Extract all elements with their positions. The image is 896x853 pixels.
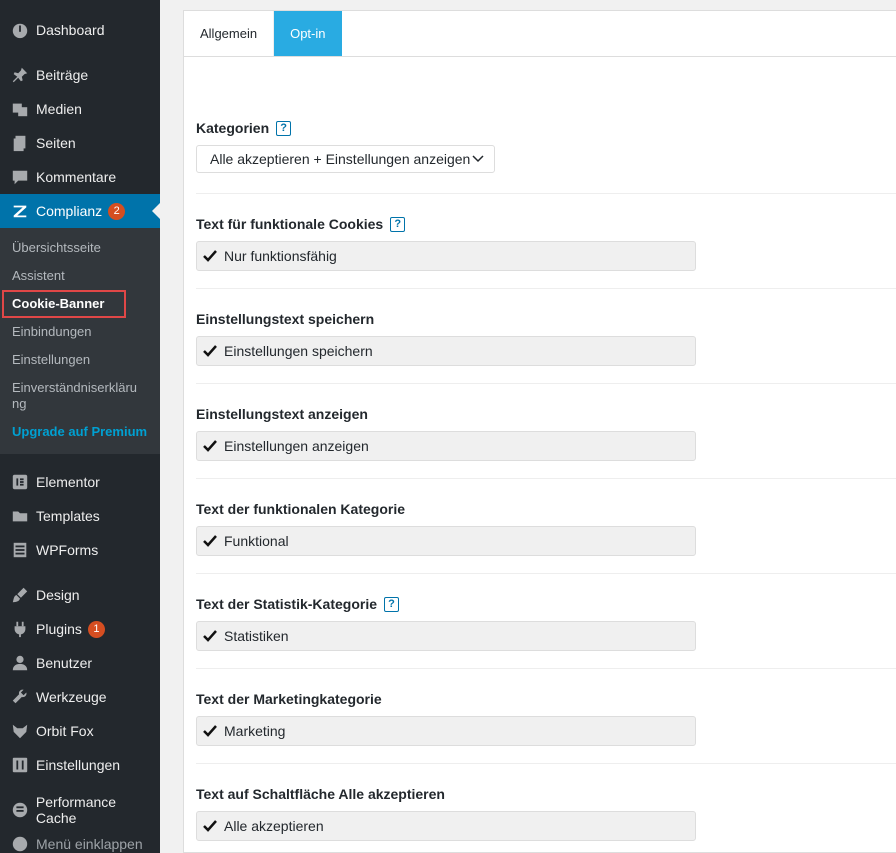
comment-icon (10, 167, 30, 187)
submenu-assistent[interactable]: Assistent (0, 262, 160, 290)
field-label: Einstellungstext anzeigen (196, 406, 368, 422)
submenu-cookie-banner[interactable]: Cookie-Banner (0, 290, 160, 318)
fox-icon (10, 721, 30, 741)
field-label: Einstellungstext speichern (196, 311, 375, 327)
collapse-icon (10, 834, 30, 853)
menu-seiten[interactable]: Seiten (0, 126, 160, 160)
check-icon (202, 342, 220, 360)
menu-beitraege[interactable]: Beiträge (0, 58, 160, 92)
menu-orbitfox[interactable]: Orbit Fox (0, 714, 160, 748)
menu-dashboard[interactable]: Dashboard (0, 13, 160, 47)
menu-collapse[interactable]: Menü einklappen (0, 827, 160, 853)
settings-form: Kategorien ? Alle akzeptieren + Einstell… (184, 57, 896, 853)
media-icon (10, 99, 30, 119)
check-icon (202, 722, 220, 740)
pages-icon (10, 133, 30, 153)
check-icon (202, 437, 220, 455)
field-label: Text für funktionale Cookies ? (196, 214, 896, 234)
tab-allgemein[interactable]: Allgemein (184, 11, 275, 56)
field-funktionale-kategorie: Text der funktionalen Kategorie Funktion… (196, 479, 896, 574)
menu-benutzer[interactable]: Benutzer (0, 646, 160, 680)
kategorien-select[interactable]: Alle akzeptieren + Einstellungen anzeige… (196, 145, 495, 173)
field-label: Text der funktionalen Kategorie (196, 501, 405, 517)
marketing-input[interactable]: Marketing (196, 716, 696, 746)
folder-icon (10, 506, 30, 526)
forms-icon (10, 540, 30, 560)
submenu-einstellungen[interactable]: Einstellungen (0, 346, 160, 374)
check-icon (202, 532, 220, 550)
field-kategorien: Kategorien ? Alle akzeptieren + Einstell… (196, 57, 896, 194)
field-funktional-cookies: Text für funktionale Cookies ? Nur funkt… (196, 194, 896, 289)
elementor-icon (10, 472, 30, 492)
check-icon (202, 627, 220, 645)
user-icon (10, 653, 30, 673)
help-icon[interactable]: ? (384, 596, 400, 612)
pin-icon (10, 65, 30, 85)
menu-werkzeuge[interactable]: Werkzeuge (0, 680, 160, 714)
menu-design[interactable]: Design (0, 578, 160, 612)
menu-kommentare[interactable]: Kommentare (0, 160, 160, 194)
plugin-icon (10, 619, 30, 639)
alle-akzeptieren-input[interactable]: Alle akzeptieren (196, 811, 696, 841)
menu-performance-cache[interactable]: Performance Cache (0, 793, 160, 827)
submenu-uebersicht[interactable]: Übersichtsseite (0, 234, 160, 262)
submenu-upgrade-premium[interactable]: Upgrade auf Premium (0, 418, 160, 446)
statistik-input[interactable]: Statistiken (196, 621, 696, 651)
tab-opt-in[interactable]: Opt-in (274, 11, 342, 56)
chevron-down-icon (472, 151, 484, 167)
field-einstellungstext-anzeigen: Einstellungstext anzeigen Einstellungen … (196, 384, 896, 479)
funktional-cookies-input[interactable]: Nur funktionsfähig (196, 241, 696, 271)
tab-bar: Allgemein Opt-in (184, 11, 896, 57)
speichern-input[interactable]: Einstellungen speichern (196, 336, 696, 366)
menu-elementor[interactable]: Elementor (0, 465, 160, 499)
anzeigen-input[interactable]: Einstellungen anzeigen (196, 431, 696, 461)
field-marketingkategorie: Text der Marketingkategorie Marketing (196, 669, 896, 764)
help-icon[interactable]: ? (390, 216, 406, 232)
check-icon (202, 817, 220, 835)
field-einstellungstext-speichern: Einstellungstext speichern Einstellungen… (196, 289, 896, 384)
complianz-icon (10, 201, 30, 221)
field-alle-akzeptieren: Text auf Schaltfläche Alle akzeptieren A… (196, 764, 896, 853)
field-statistik-kategorie: Text der Statistik-Kategorie ? Statistik… (196, 574, 896, 669)
help-icon[interactable]: ? (276, 120, 292, 136)
complianz-badge: 2 (108, 202, 126, 220)
wrench-icon (10, 687, 30, 707)
field-label: Text der Statistik-Kategorie ? (196, 594, 896, 614)
field-label: Text auf Schaltfläche Alle akzeptieren (196, 786, 445, 802)
plugins-badge: 1 (87, 620, 105, 638)
menu-wpforms[interactable]: WPForms (0, 533, 160, 567)
dashboard-icon (10, 20, 30, 40)
menu-plugins[interactable]: Plugins 1 (0, 612, 160, 646)
main-panel: Allgemein Opt-in Kategorien ? Alle akzep… (183, 10, 896, 853)
funktionale-kategorie-input[interactable]: Funktional (196, 526, 696, 556)
menu-complianz[interactable]: Complianz 2 (0, 194, 160, 228)
field-label: Kategorien ? (196, 118, 896, 138)
menu-templates[interactable]: Templates (0, 499, 160, 533)
brush-icon (10, 585, 30, 605)
menu-einstellungen[interactable]: Einstellungen (0, 748, 160, 782)
menu-medien[interactable]: Medien (0, 92, 160, 126)
submenu-einverstaendnis[interactable]: Einverständniserklärung (0, 374, 150, 418)
admin-sidebar: Dashboard Beiträge Medien Seiten Komment… (0, 0, 160, 853)
check-icon (202, 247, 220, 265)
complianz-submenu: Übersichtsseite Assistent Cookie-Banner … (0, 228, 160, 454)
field-label: Text der Marketingkategorie (196, 691, 382, 707)
settings-icon (10, 755, 30, 775)
performance-icon (10, 800, 30, 820)
submenu-einbindungen[interactable]: Einbindungen (0, 318, 160, 346)
